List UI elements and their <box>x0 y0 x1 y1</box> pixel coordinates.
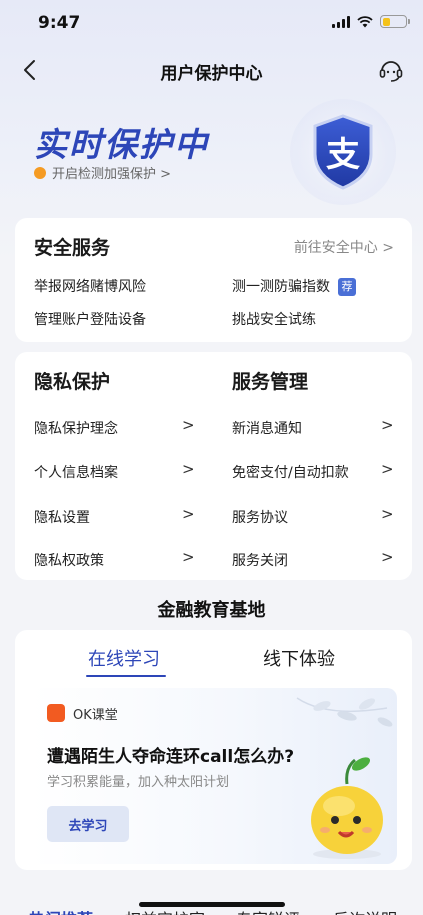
sun-mascot-icon <box>311 757 383 859</box>
page-title: 用户保护中心 <box>160 64 263 84</box>
fraud-index-item[interactable]: 测一测防骗指数荐 <box>232 276 356 296</box>
start-learning-button[interactable]: 去学习 <box>47 806 129 842</box>
ok-class-brand: OK课堂 <box>73 708 118 723</box>
bottom-tab-rights[interactable]: 权益守护官 <box>125 906 205 915</box>
education-section-title: 金融教育基地 <box>157 600 266 621</box>
headset-icon[interactable] <box>377 56 405 84</box>
active-tab-indicator <box>86 675 166 677</box>
chevron-right-icon: > <box>182 505 195 523</box>
status-time: 9:47 <box>38 13 81 33</box>
privacy-service-card: 隐私保护 服务管理 隐私保护理念 > 新消息通知 > 个人信息档案 > 免密支付… <box>15 352 412 580</box>
course-title: 遭遇陌生人夺命连环call怎么办? <box>47 747 295 767</box>
manage-devices-item[interactable]: 管理账户登陆设备 <box>34 309 146 329</box>
service-management-title: 服务管理 <box>232 371 309 393</box>
wifi-icon <box>357 15 373 27</box>
security-services-title: 安全服务 <box>34 237 111 259</box>
nav-bar: 用户保护中心 <box>0 46 423 94</box>
bottom-tab-hot[interactable]: 热门推荐 <box>29 906 93 915</box>
chevron-right-icon: > <box>381 505 394 523</box>
report-gambling-item[interactable]: 举报网络赌博风险 <box>34 276 146 296</box>
fraud-index-label: 测一测防骗指数 <box>232 279 330 295</box>
service-item-agreement[interactable]: 服务协议 <box>232 507 288 527</box>
chevron-right-icon: > <box>182 460 195 478</box>
status-bar: 9:47 <box>0 0 423 46</box>
signal-icon <box>332 15 350 28</box>
education-card: 在线学习 线下体验 OK课堂 遭遇陌生人夺命连环call怎么办? 学习积累能量，… <box>15 630 412 870</box>
shield-icon: 支 <box>290 99 396 205</box>
home-indicator <box>139 902 285 907</box>
recommend-badge: 荐 <box>338 278 356 296</box>
course-subtitle: 学习积累能量，加入种太阳计划 <box>47 775 230 790</box>
battery-icon <box>380 15 410 28</box>
tab-online-learning[interactable]: 在线学习 <box>88 645 160 671</box>
service-item-close[interactable]: 服务关闭 <box>232 550 288 570</box>
chevron-right-icon: > <box>182 548 195 566</box>
privacy-item-settings[interactable]: 隐私设置 <box>34 507 90 527</box>
service-item-autopay[interactable]: 免密支付/自动扣款 <box>232 462 349 482</box>
chevron-right-icon: > <box>381 548 394 566</box>
status-icons <box>332 15 410 28</box>
security-challenge-item[interactable]: 挑战安全试练 <box>232 309 316 329</box>
security-services-card: 安全服务 前往安全中心 > 举报网络赌博风险 测一测防骗指数荐 管理账户登陆设备… <box>15 218 412 342</box>
enhance-protection-link[interactable]: 开启检测加强保护 > <box>34 163 171 182</box>
status-dot-icon <box>34 166 46 179</box>
chevron-right-icon: > <box>381 460 394 478</box>
tab-offline-experience[interactable]: 线下体验 <box>263 645 335 671</box>
protection-status-title: 实时保护中 <box>34 125 209 164</box>
bottom-tab-anti-fraud[interactable]: 反诈说明 <box>333 906 397 915</box>
privacy-item-policy[interactable]: 隐私权政策 <box>34 550 104 570</box>
privacy-item-philosophy[interactable]: 隐私保护理念 <box>34 418 118 438</box>
ok-class-logo-icon <box>47 704 65 722</box>
privacy-title: 隐私保护 <box>34 371 111 393</box>
service-item-notification[interactable]: 新消息通知 <box>232 418 302 438</box>
course-banner[interactable]: OK课堂 遭遇陌生人夺命连环call怎么办? 学习积累能量，加入种太阳计划 去学… <box>31 688 397 864</box>
shield-illustration: 支 <box>283 96 403 208</box>
shield-glyph: 支 <box>326 135 360 175</box>
privacy-item-profile[interactable]: 个人信息档案 <box>34 462 118 482</box>
chevron-right-icon: > <box>381 416 394 434</box>
go-security-center-link[interactable]: 前往安全中心 > <box>294 237 394 257</box>
bottom-tab-expert[interactable]: 专家锐评 <box>236 906 300 915</box>
chevron-right-icon: > <box>182 416 195 434</box>
enhance-protection-label: 开启检测加强保护 > <box>52 167 172 182</box>
